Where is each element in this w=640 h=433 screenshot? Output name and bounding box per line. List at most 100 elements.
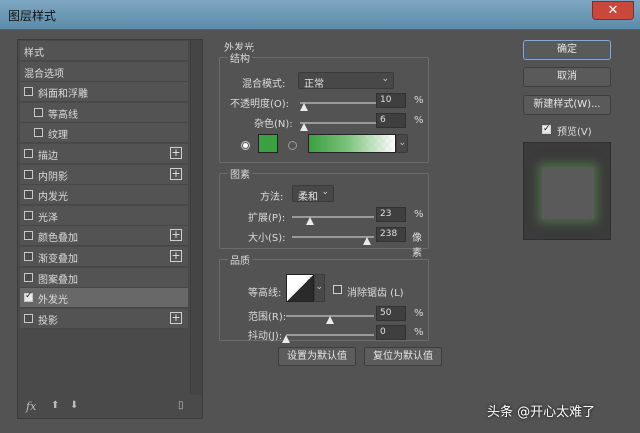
- blend-mode-select[interactable]: 正常 ⌄: [298, 72, 394, 90]
- structure-group: 结构 混合模式: 正常 ⌄ 不透明度(O): 10 % 杂色(N): 6 % ⌄: [219, 50, 429, 163]
- trash-icon[interactable]: ▯: [178, 400, 184, 411]
- gradient-radio[interactable]: [288, 141, 297, 150]
- style-list-item-label: 样式: [24, 48, 44, 59]
- size-input[interactable]: 238: [376, 227, 406, 242]
- style-list-item[interactable]: 样式: [20, 41, 188, 61]
- add-effect-icon[interactable]: +: [170, 311, 182, 324]
- cancel-button[interactable]: 取消: [523, 67, 611, 87]
- range-slider-thumb[interactable]: [326, 316, 334, 324]
- range-unit: %: [414, 308, 424, 319]
- size-label: 大小(S):: [248, 233, 286, 244]
- style-list-scrollbar[interactable]: [190, 40, 202, 395]
- style-checkbox[interactable]: [24, 210, 33, 220]
- style-list-item[interactable]: 等高线: [20, 102, 188, 123]
- style-checkbox[interactable]: [24, 291, 33, 303]
- chevron-down-icon: ⌄: [315, 282, 323, 292]
- structure-title: 结构: [228, 50, 252, 65]
- style-list-item-label: 纹理: [48, 130, 68, 142]
- contour-preview[interactable]: [286, 274, 314, 302]
- jitter-slider-track[interactable]: [286, 334, 374, 336]
- noise-slider-thumb[interactable]: [300, 123, 308, 131]
- style-list-toolbar: fx ⬆ ⬇ ▯: [18, 396, 202, 418]
- fx-icon[interactable]: fx: [26, 400, 36, 413]
- add-effect-icon[interactable]: +: [170, 229, 182, 242]
- opacity-slider-thumb[interactable]: [300, 103, 308, 111]
- preview-checkbox[interactable]: ✓: [542, 125, 551, 134]
- spread-unit: %: [414, 209, 424, 220]
- style-list-item-label: 内发光: [38, 192, 68, 204]
- spread-label: 扩展(P):: [248, 213, 286, 224]
- style-checkbox[interactable]: [24, 87, 33, 97]
- contour-dropdown[interactable]: ⌄: [314, 274, 325, 302]
- jitter-label: 抖动(J):: [248, 331, 283, 342]
- opacity-input[interactable]: 10: [376, 93, 406, 108]
- style-list-item-label: 投影: [38, 315, 58, 327]
- add-effect-icon[interactable]: +: [170, 147, 182, 159]
- jitter-input[interactable]: 0: [376, 325, 406, 340]
- gradient-swatch[interactable]: [308, 134, 396, 153]
- noise-input[interactable]: 6: [376, 113, 406, 128]
- blend-mode-value: 正常: [304, 79, 324, 90]
- move-down-icon[interactable]: ⬇: [70, 400, 78, 411]
- size-slider-thumb[interactable]: [363, 237, 371, 245]
- ok-button[interactable]: 确定: [523, 40, 611, 60]
- style-list-item[interactable]: 投影 +: [20, 308, 188, 329]
- style-list-item[interactable]: 内发光: [20, 185, 188, 206]
- new-style-button[interactable]: 新建样式(W)...: [523, 95, 611, 115]
- style-list-item[interactable]: 描边 +: [20, 144, 188, 164]
- style-list-item-label: 颜色叠加: [38, 233, 78, 245]
- style-checkbox[interactable]: [24, 149, 33, 158]
- style-checkbox[interactable]: [24, 169, 33, 179]
- opacity-slider-track[interactable]: [300, 102, 380, 104]
- style-preview: [523, 142, 611, 240]
- style-list-item[interactable]: 斜面和浮雕: [20, 82, 188, 103]
- style-list-item-label: 描边: [38, 151, 58, 162]
- style-checkbox[interactable]: [34, 107, 43, 117]
- opacity-unit: %: [414, 95, 424, 106]
- chevron-down-icon: ⌄: [398, 138, 406, 148]
- spread-slider-thumb[interactable]: [306, 217, 314, 225]
- style-list-item[interactable]: 颜色叠加 +: [20, 226, 188, 247]
- noise-slider-track[interactable]: [300, 122, 380, 124]
- spread-input[interactable]: 23: [376, 207, 406, 222]
- jitter-unit: %: [414, 327, 424, 338]
- style-list-item[interactable]: 渐变叠加 +: [20, 247, 188, 267]
- style-list-item[interactable]: 内阴影 +: [20, 164, 188, 185]
- style-list: 样式 混合选项 斜面和浮雕 等高线 纹理 描边 + 内阴影 + 内发光 光泽 颜色叠加 + 渐变叠加 + 图案…: [17, 39, 203, 419]
- style-list-item[interactable]: 纹理: [20, 123, 188, 144]
- technique-select[interactable]: 柔和 ⌄: [292, 185, 334, 203]
- gradient-picker-dropdown[interactable]: ⌄: [396, 134, 408, 153]
- watermark-text: 头条 @开心太难了: [487, 405, 596, 420]
- move-up-icon[interactable]: ⬆: [51, 400, 59, 411]
- style-list-item[interactable]: 图案叠加: [20, 267, 188, 288]
- title-bar: 图层样式 ✕: [0, 0, 640, 30]
- style-list-item[interactable]: 混合选项: [20, 61, 188, 82]
- reset-default-button[interactable]: 复位为默认值: [364, 347, 442, 366]
- jitter-slider-thumb[interactable]: [282, 335, 290, 343]
- solid-color-radio[interactable]: [241, 141, 250, 150]
- chevron-down-icon: ⌄: [321, 187, 329, 197]
- size-slider-track[interactable]: [292, 236, 374, 238]
- style-checkbox[interactable]: [24, 252, 33, 261]
- preview-thumbnail: [542, 167, 594, 219]
- range-input[interactable]: 50: [376, 306, 406, 321]
- add-effect-icon[interactable]: +: [170, 250, 182, 262]
- close-button[interactable]: ✕: [592, 1, 634, 20]
- technique-label: 方法:: [260, 192, 284, 203]
- style-list-item-label: 混合选项: [24, 68, 64, 80]
- noise-unit: %: [414, 115, 424, 126]
- style-list-item[interactable]: 光泽: [20, 205, 188, 226]
- elements-group: 图素 方法: 柔和 ⌄ 扩展(P): 23 % 大小(S): 238 像素: [219, 166, 429, 259]
- style-checkbox[interactable]: [34, 128, 43, 138]
- spread-slider-track[interactable]: [292, 216, 374, 218]
- style-checkbox[interactable]: [24, 313, 33, 323]
- style-checkbox[interactable]: [24, 231, 33, 241]
- style-list-item[interactable]: 外发光: [20, 288, 188, 309]
- style-list-item-label: 外发光: [38, 295, 68, 307]
- style-checkbox[interactable]: [24, 272, 33, 282]
- style-checkbox[interactable]: [24, 190, 33, 200]
- antialias-checkbox[interactable]: [333, 285, 342, 294]
- glow-color-swatch[interactable]: [258, 134, 278, 153]
- make-default-button[interactable]: 设置为默认值: [278, 347, 356, 366]
- add-effect-icon[interactable]: +: [170, 167, 182, 180]
